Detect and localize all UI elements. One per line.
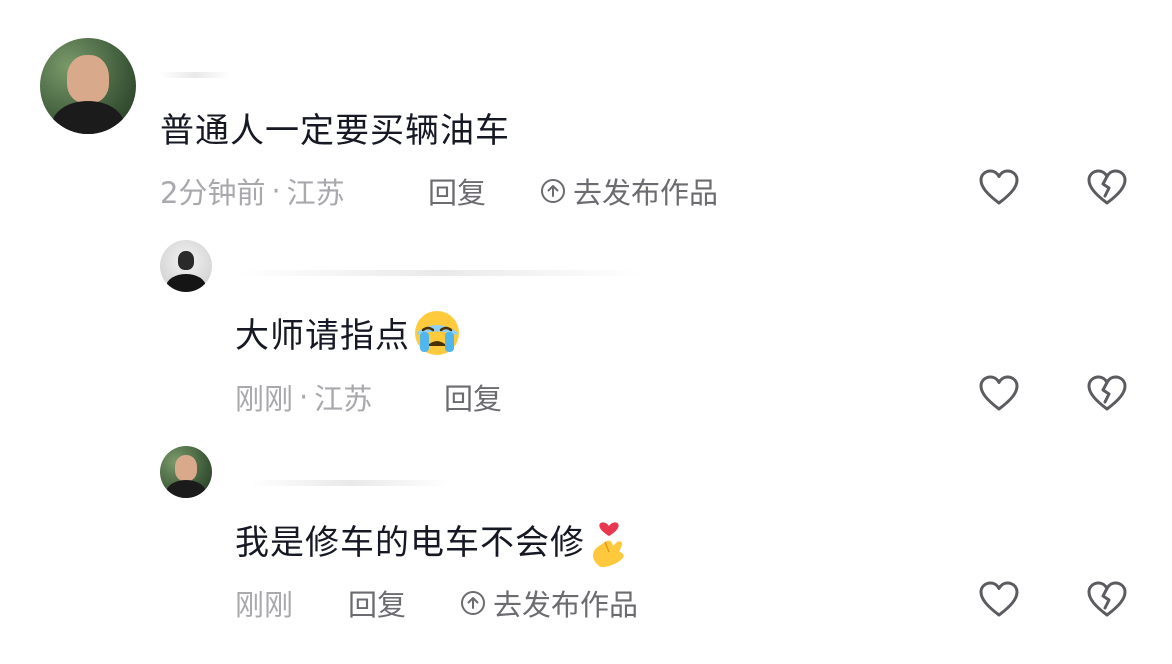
comment-text: 我是修车的电车不会修 xyxy=(235,512,631,577)
comment-location: 江苏 xyxy=(314,382,373,416)
comment-text: 普通人一定要买辆油车 xyxy=(160,111,510,151)
username-redacted xyxy=(160,72,230,78)
publish-work-button[interactable]: 去发布作品 xyxy=(541,170,718,212)
comment-location: 江苏 xyxy=(286,176,345,210)
publish-work-label: 去发布作品 xyxy=(493,588,639,622)
comment-meta: 刚刚 xyxy=(235,582,293,624)
broken-heart-outline-icon[interactable] xyxy=(1085,166,1129,210)
heart-outline-icon[interactable] xyxy=(977,578,1021,622)
broken-heart-outline-icon[interactable] xyxy=(1085,372,1129,416)
arrow-up-circle-icon xyxy=(461,591,485,615)
publish-work-button[interactable]: 去发布作品 xyxy=(461,582,638,624)
avatar[interactable] xyxy=(160,446,212,498)
comment-time: 2分钟前 xyxy=(160,176,266,210)
heart-outline-icon[interactable] xyxy=(977,166,1021,210)
meta-separator: · xyxy=(271,174,281,208)
arrow-up-circle-icon xyxy=(541,179,565,203)
reply-button[interactable]: 回复 xyxy=(444,376,502,418)
comment-meta: 刚刚 · 江苏 xyxy=(235,376,372,418)
reply-button[interactable]: 回复 xyxy=(348,582,406,624)
username-redacted xyxy=(240,270,640,276)
comment-text-body: 大师请指点 xyxy=(235,316,410,356)
loudly-crying-face-icon xyxy=(412,308,462,367)
heart-outline-icon[interactable] xyxy=(977,372,1021,416)
comment-time: 刚刚 xyxy=(235,382,294,416)
reply-button[interactable]: 回复 xyxy=(428,170,486,212)
comment-time: 刚刚 xyxy=(235,588,294,622)
publish-work-label: 去发布作品 xyxy=(573,176,719,210)
avatar[interactable] xyxy=(160,240,212,292)
username-redacted xyxy=(250,480,450,486)
comment-text-body: 我是修车的电车不会修 xyxy=(235,523,585,563)
meta-separator: · xyxy=(299,380,309,414)
comment-text: 大师请指点 xyxy=(235,308,462,367)
broken-heart-outline-icon[interactable] xyxy=(1085,578,1129,622)
avatar[interactable] xyxy=(40,38,136,134)
finger-heart-icon xyxy=(587,512,631,577)
comment-meta: 2分钟前 · 江苏 xyxy=(160,170,345,212)
